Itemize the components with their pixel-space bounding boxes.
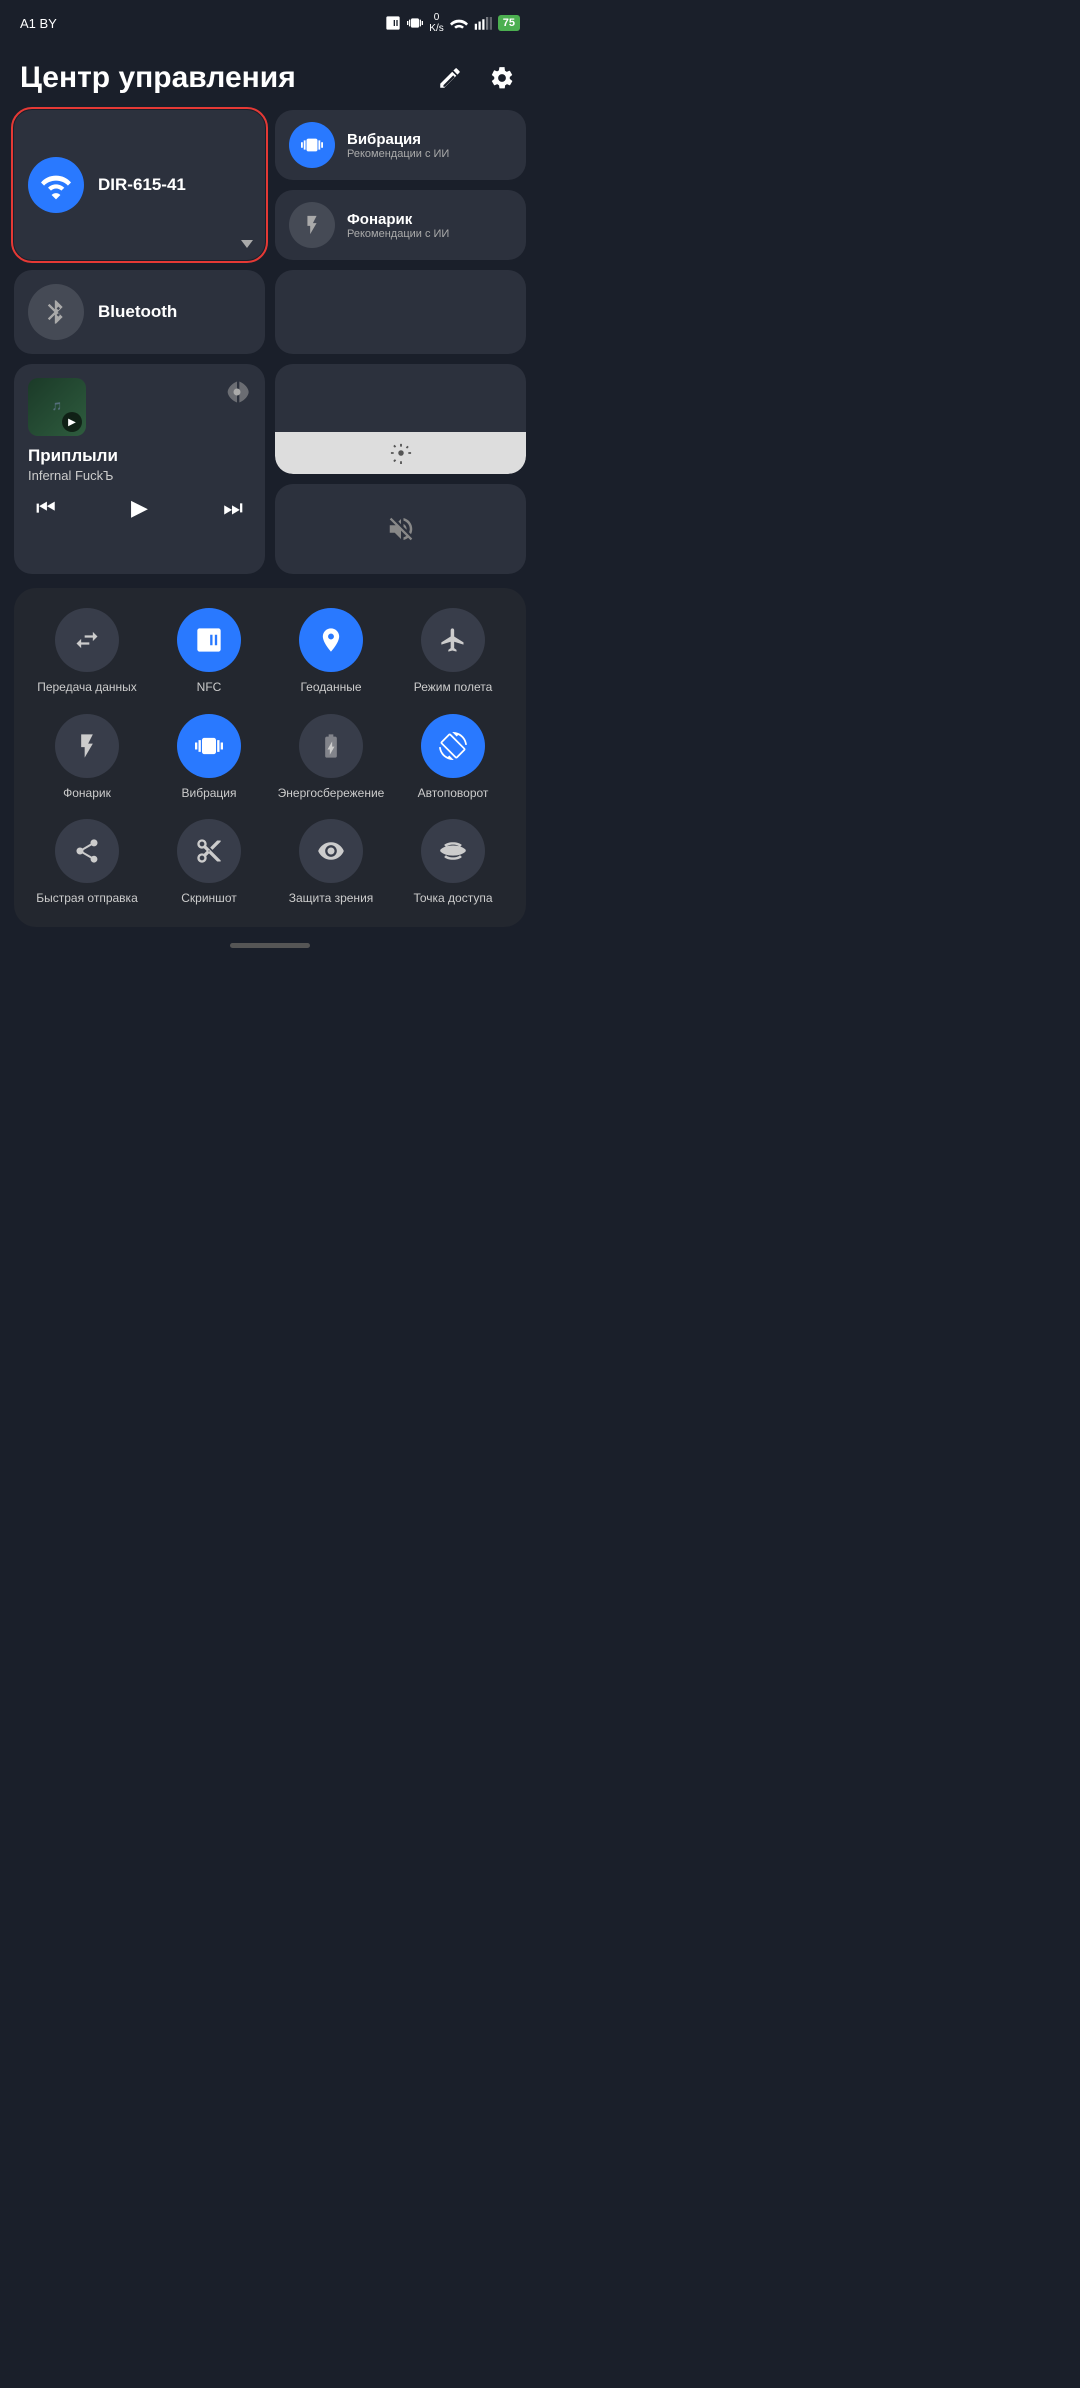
icon-item-screenshot[interactable]: Скриншот [150, 819, 268, 907]
wifi-chevron-icon [241, 240, 253, 248]
icon-item-airplane[interactable]: Режим полета [394, 608, 512, 696]
flashlight2-label: Фонарик [63, 786, 111, 802]
quick-share-label: Быстрая отправка [36, 891, 138, 907]
status-bar: A1 BY 0K/s 75 [0, 0, 540, 42]
vibration-icon-circle [289, 122, 335, 168]
header: Центр управления [0, 42, 540, 110]
flashlight-tile-text: Фонарик Рекомендации с ИИ [347, 211, 449, 240]
airplane-icon [421, 608, 485, 672]
autorotate-icon [421, 714, 485, 778]
vibration-tile[interactable]: Вибрация Рекомендации с ИИ [275, 110, 526, 180]
wifi-ssid-label: DIR-615-41 [98, 175, 186, 195]
handle-bar [230, 943, 310, 948]
flashlight2-icon [55, 714, 119, 778]
battery-save-icon [299, 714, 363, 778]
media-artist-label: Infernal FuckЪ [28, 468, 251, 483]
data-transfer-label: Передача данных [37, 680, 137, 696]
airplane-label: Режим полета [414, 680, 493, 696]
media-top-row: 🎵 ▶ [28, 378, 251, 436]
play-button[interactable]: ▶ [131, 495, 148, 521]
soundwave-icon [223, 378, 251, 406]
wifi-tile[interactable]: DIR-615-41 [14, 110, 265, 260]
icon-item-flashlight2[interactable]: Фонарик [28, 714, 146, 802]
page-title: Центр управления [20, 61, 296, 95]
icon-item-vibration2[interactable]: Вибрация [150, 714, 268, 802]
volume-tile[interactable] [275, 484, 526, 574]
album-art: 🎵 ▶ [28, 378, 86, 436]
bluetooth-icon-circle [28, 284, 84, 340]
flashlight-tile[interactable]: Фонарик Рекомендации с ИИ [275, 190, 526, 260]
status-icons: 0K/s 75 [385, 12, 520, 34]
play-overlay-button[interactable]: ▶ [62, 412, 82, 432]
screenshot-icon [177, 819, 241, 883]
nfc-label: NFC [197, 680, 222, 696]
next-button[interactable]: ⏭ [223, 495, 243, 521]
battery-save-label: Энергосбережение [278, 786, 385, 802]
header-actions [432, 60, 520, 96]
nfc-status-icon [385, 15, 401, 31]
wifi-status-icon [450, 16, 468, 30]
eye-protect-icon [299, 819, 363, 883]
brightness-tile[interactable] [275, 364, 526, 474]
screenshot-label: Скриншот [181, 891, 236, 907]
icon-item-autorotate[interactable]: Автоповорот [394, 714, 512, 802]
bottom-handle[interactable] [0, 927, 540, 958]
bottom-grid-section: Передача данных NFC Геоданные Режим полета Ф… [14, 588, 526, 927]
media-tile[interactable]: 🎵 ▶ Приплыли Infernal FuckЪ ⏮ ▶ ⏭ [14, 364, 265, 574]
vibration2-label: Вибрация [181, 786, 236, 802]
hotspot-label: Точка доступа [413, 891, 492, 907]
eye-protect-label: Защита зрения [289, 891, 374, 907]
edit-button[interactable] [432, 60, 468, 96]
flashlight-icon-circle [289, 202, 335, 248]
prev-button[interactable]: ⏮ [36, 495, 56, 521]
icon-grid: Передача данных NFC Геоданные Режим полета Ф… [28, 608, 512, 907]
icon-item-geodata[interactable]: Геоданные [272, 608, 390, 696]
vibrate-status-icon [407, 15, 423, 31]
bluetooth-label: Bluetooth [98, 302, 177, 322]
autorotate-label: Автоповорот [418, 786, 489, 802]
icon-item-nfc[interactable]: NFC [150, 608, 268, 696]
bluetooth-tile[interactable]: Bluetooth [14, 270, 265, 354]
signal-status-icon [474, 16, 492, 30]
speed-label: 0K/s [429, 12, 443, 34]
empty-right-tile [275, 270, 526, 354]
vibration2-icon [177, 714, 241, 778]
media-controls: ⏮ ▶ ⏭ [28, 495, 251, 521]
icon-item-eye-protect[interactable]: Защита зрения [272, 819, 390, 907]
vibration-tile-text: Вибрация Рекомендации с ИИ [347, 131, 449, 160]
carrier-label: A1 BY [20, 16, 57, 31]
icon-item-hotspot[interactable]: Точка доступа [394, 819, 512, 907]
battery-label: 75 [498, 15, 520, 31]
wifi-icon-circle [28, 157, 84, 213]
geodata-label: Геоданные [300, 680, 361, 696]
brightness-fill [275, 432, 526, 474]
geodata-icon [299, 608, 363, 672]
hotspot-icon [421, 819, 485, 883]
settings-button[interactable] [484, 60, 520, 96]
media-song-title: Приплыли [28, 446, 251, 466]
quick-tiles-section: DIR-615-41 Вибрация Рекомендации с ИИ Фо… [0, 110, 540, 574]
icon-item-quick-share[interactable]: Быстрая отправка [28, 819, 146, 907]
icon-item-data-transfer[interactable]: Передача данных [28, 608, 146, 696]
data-transfer-icon [55, 608, 119, 672]
icon-item-battery-save[interactable]: Энергосбережение [272, 714, 390, 802]
quick-share-icon [55, 819, 119, 883]
nfc-icon [177, 608, 241, 672]
